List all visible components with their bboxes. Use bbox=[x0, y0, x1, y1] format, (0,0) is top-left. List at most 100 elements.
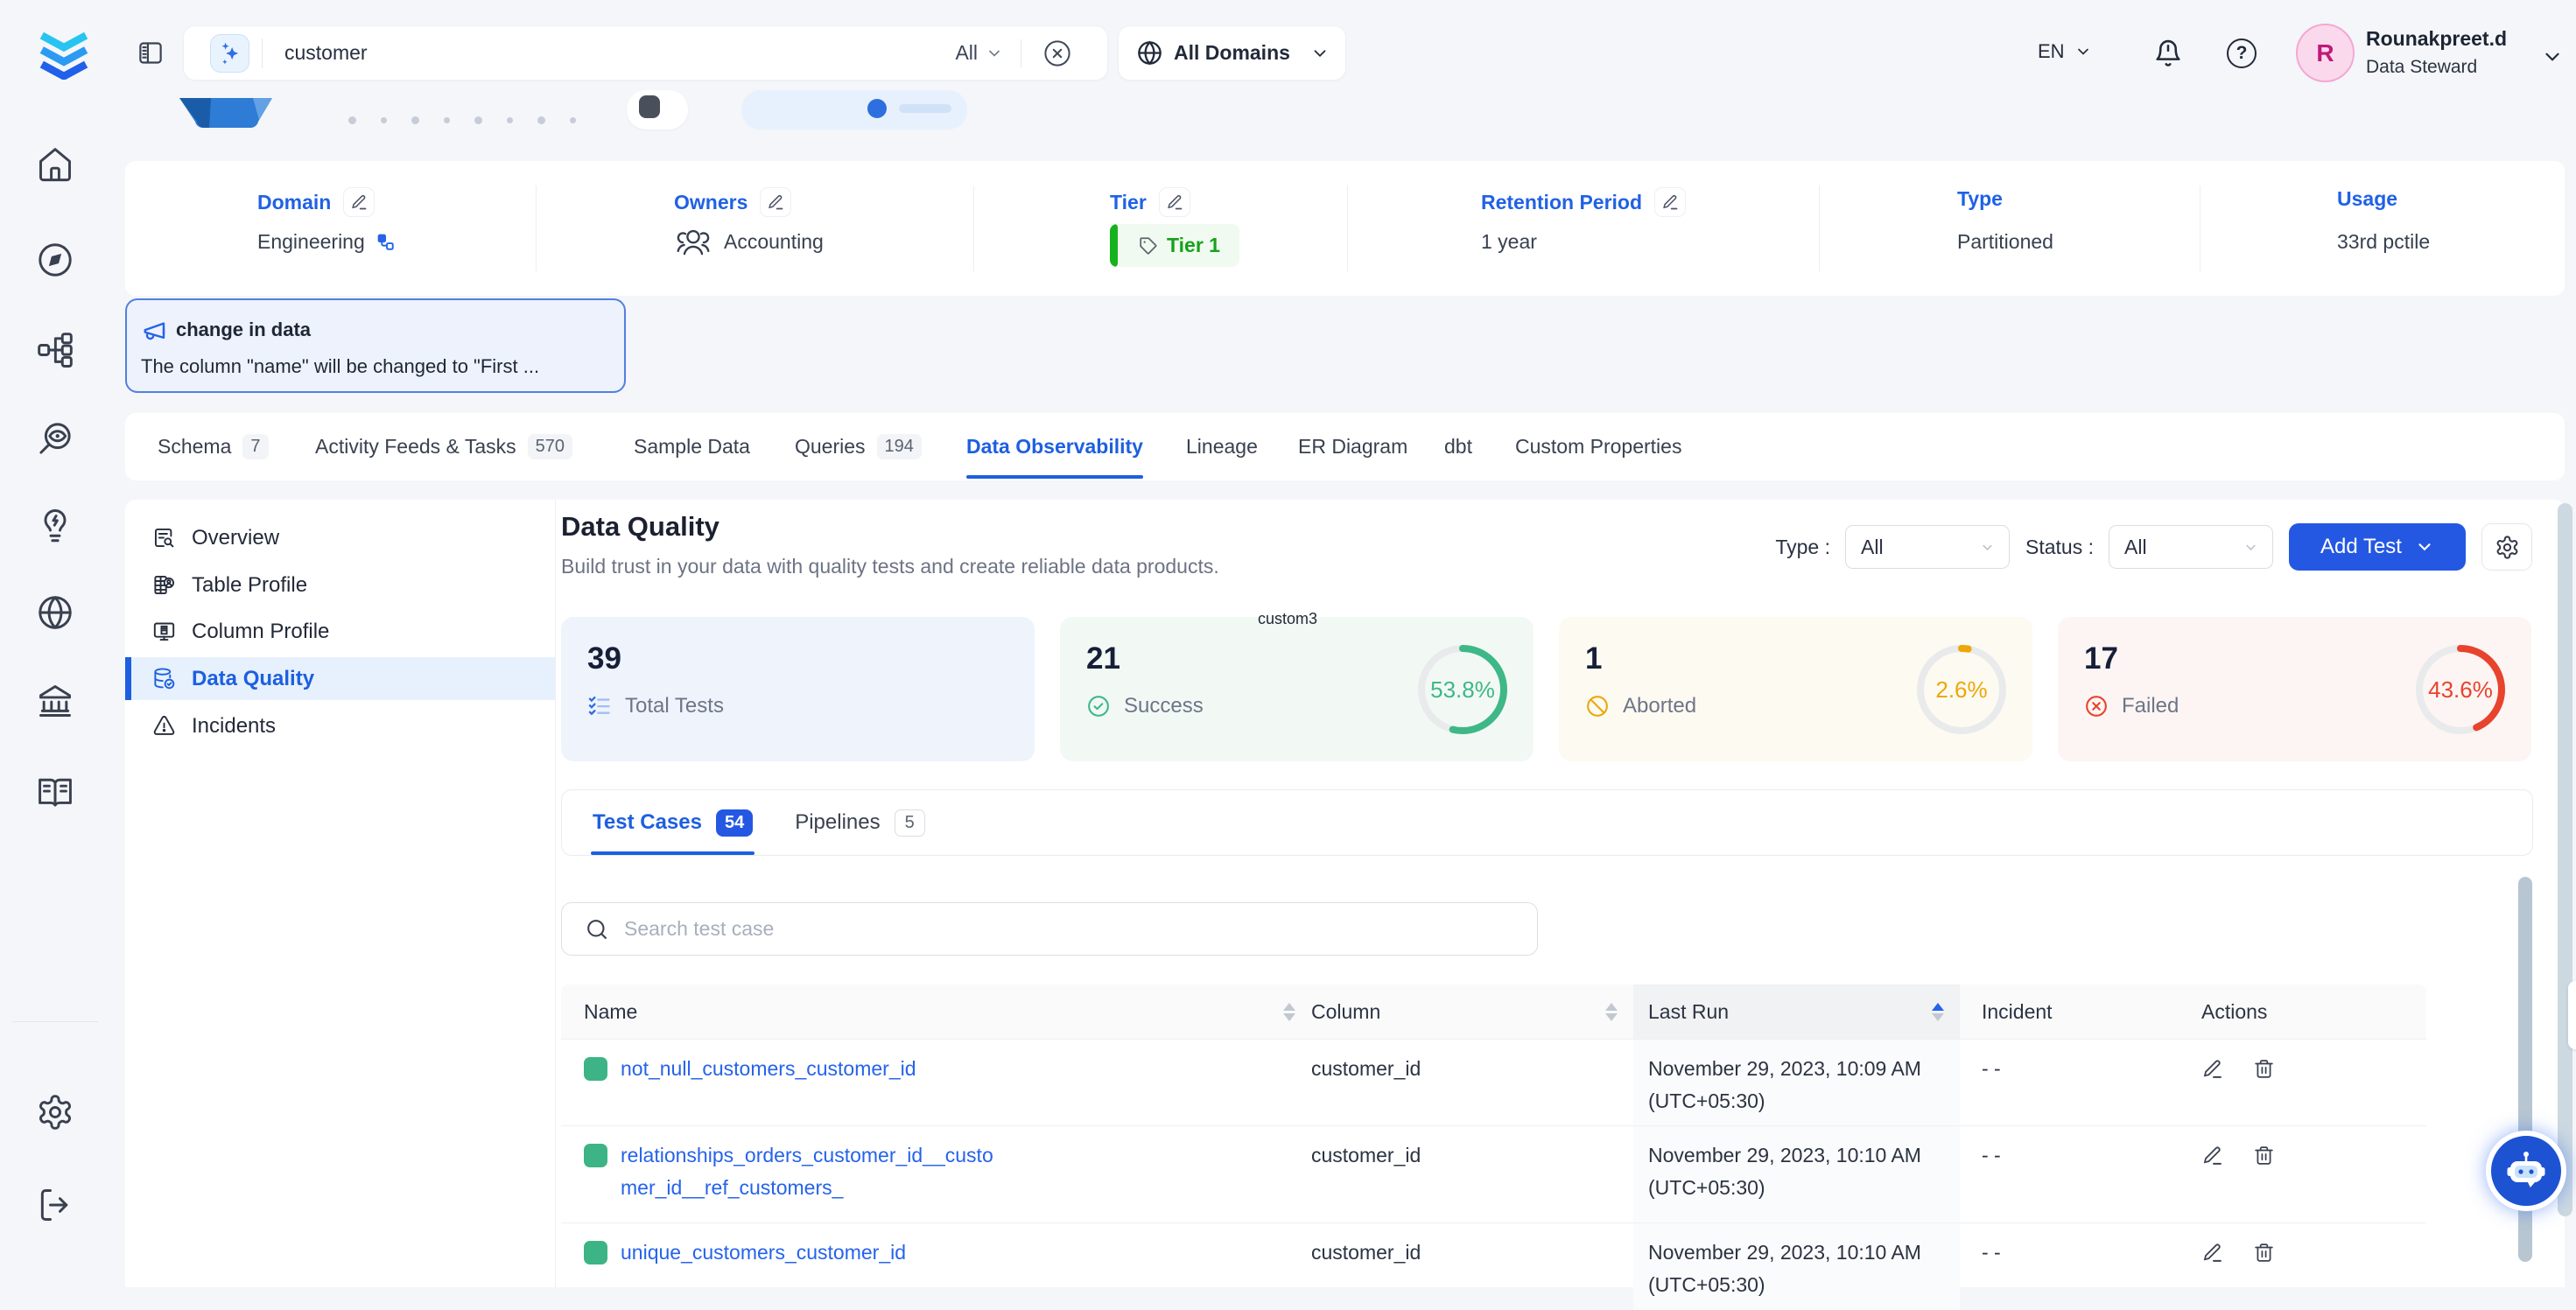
type-filter-select[interactable]: All bbox=[1845, 525, 2010, 569]
sidebar-item-domains[interactable] bbox=[35, 592, 75, 633]
app-logo[interactable] bbox=[37, 24, 91, 80]
help-button[interactable]: ? bbox=[2227, 39, 2257, 68]
table-profile-icon bbox=[152, 573, 176, 597]
sort-icons[interactable] bbox=[1605, 1003, 1618, 1021]
megaphone-icon bbox=[142, 319, 168, 345]
test-case-link[interactable]: relationships_orders_customer_id__custom… bbox=[621, 1139, 993, 1204]
language-selector[interactable]: EN bbox=[2038, 40, 2092, 63]
sort-icons[interactable] bbox=[1283, 1003, 1295, 1021]
sidebar-item-logout[interactable] bbox=[35, 1185, 75, 1225]
notifications-button[interactable] bbox=[2152, 37, 2184, 70]
test-case-link[interactable]: unique_customers_customer_id bbox=[621, 1236, 906, 1269]
menu-divider bbox=[555, 500, 556, 1287]
tab-custom-properties[interactable]: Custom Properties bbox=[1515, 413, 1681, 480]
chat-bot-button[interactable] bbox=[2486, 1131, 2566, 1211]
menu-item-label: Data Quality bbox=[192, 667, 314, 691]
test-case-link[interactable]: not_null_customers_customer_id bbox=[621, 1053, 916, 1085]
column-header-column[interactable]: Column bbox=[1311, 1000, 1633, 1024]
sidebar-divider bbox=[12, 1021, 98, 1022]
meta-label: Domain bbox=[257, 191, 331, 214]
meta-label: Type bbox=[1957, 187, 2003, 211]
owner-chip-fragment bbox=[741, 90, 967, 130]
last-run-line: November 29, 2023, 10:10 AM bbox=[1648, 1236, 1921, 1269]
column-header-name[interactable]: Name bbox=[561, 1000, 1311, 1024]
robot-icon bbox=[2503, 1148, 2549, 1194]
edge-widget-handle[interactable] bbox=[2568, 981, 2576, 1049]
sidebar-item-glossary[interactable] bbox=[35, 772, 75, 812]
edit-owners-button[interactable] bbox=[760, 187, 791, 217]
sidebar-item-platform-lineage[interactable] bbox=[35, 330, 75, 370]
menu-item-label: Incidents bbox=[192, 714, 276, 739]
sidebar-item-insights[interactable] bbox=[35, 507, 75, 547]
card-value: 1 bbox=[1585, 641, 1602, 676]
edit-icon[interactable] bbox=[2201, 1058, 2223, 1080]
summary-card-failed: 17 Failed 43.6% bbox=[2058, 617, 2531, 761]
delete-icon[interactable] bbox=[2253, 1145, 2275, 1166]
column-header-incident[interactable]: Incident bbox=[1960, 1000, 2174, 1024]
domain-filter-button[interactable]: All Domains bbox=[1118, 25, 1346, 81]
search-scope-value: All bbox=[955, 41, 978, 65]
tier-badge[interactable]: Tier 1 bbox=[1110, 224, 1239, 267]
card-label: Total Tests bbox=[625, 694, 724, 718]
delete-icon[interactable] bbox=[2253, 1242, 2275, 1264]
tab-sample-data[interactable]: Sample Data bbox=[634, 413, 750, 480]
delete-icon[interactable] bbox=[2253, 1058, 2275, 1080]
menu-item-table-profile[interactable]: Table Profile bbox=[125, 564, 555, 606]
tab-dbt[interactable]: dbt bbox=[1444, 413, 1472, 480]
divider bbox=[536, 186, 537, 271]
sidebar-item-explore[interactable] bbox=[35, 240, 75, 280]
edit-retention-button[interactable] bbox=[1654, 187, 1686, 217]
tab-test-cases[interactable]: Test Cases 54 bbox=[593, 790, 753, 855]
status-filter-select[interactable]: All bbox=[2109, 525, 2273, 569]
search-clear-button[interactable] bbox=[1042, 39, 1072, 68]
status-indicator bbox=[584, 1057, 607, 1081]
chevron-down-icon bbox=[986, 45, 1003, 62]
edit-domain-button[interactable] bbox=[343, 187, 375, 217]
sort-icons[interactable] bbox=[1932, 1003, 1944, 1021]
logout-icon bbox=[36, 1186, 74, 1224]
tab-activity-feeds[interactable]: Activity Feeds & Tasks570 bbox=[315, 413, 572, 480]
meta-value[interactable]: Engineering bbox=[257, 230, 365, 254]
tab-pipelines[interactable]: Pipelines 5 bbox=[795, 790, 925, 855]
edit-icon[interactable] bbox=[2201, 1242, 2223, 1264]
sidebar-collapse-icon[interactable] bbox=[137, 39, 165, 67]
menu-item-incidents[interactable]: Incidents bbox=[125, 704, 555, 747]
slash-circle-icon bbox=[1585, 694, 1610, 718]
edit-icon[interactable] bbox=[2201, 1145, 2223, 1166]
avatar[interactable]: R bbox=[2296, 24, 2355, 82]
ai-sparkle-chip[interactable] bbox=[210, 34, 249, 73]
home-icon bbox=[36, 145, 74, 184]
sidebar-item-home[interactable] bbox=[35, 144, 75, 185]
bank-icon bbox=[36, 682, 74, 720]
edit-tier-button[interactable] bbox=[1159, 187, 1190, 217]
meta-value[interactable]: Accounting bbox=[724, 230, 824, 254]
add-test-button[interactable]: Add Test bbox=[2289, 523, 2466, 571]
test-settings-button[interactable] bbox=[2481, 523, 2532, 571]
entity-metadata-panel: Domain Engineering Owners Accounting Tie… bbox=[125, 161, 2565, 296]
tab-label: Data Observability bbox=[966, 413, 1143, 480]
menu-item-column-profile[interactable]: Column Profile bbox=[125, 610, 555, 653]
checklist-icon bbox=[587, 694, 612, 718]
meta-label: Retention Period bbox=[1481, 191, 1642, 214]
user-menu-chevron-icon[interactable] bbox=[2541, 46, 2564, 68]
last-run-line: November 29, 2023, 10:09 AM bbox=[1648, 1053, 1921, 1085]
divider bbox=[1347, 186, 1348, 271]
menu-item-overview[interactable]: Overview bbox=[125, 516, 555, 559]
announcement-card[interactable]: change in data The column "name" will be… bbox=[125, 298, 626, 393]
sidebar-item-observability[interactable] bbox=[35, 418, 75, 459]
failed-ring: 43.6% bbox=[2412, 641, 2509, 738]
tab-er-diagram[interactable]: ER Diagram bbox=[1298, 413, 1407, 480]
sidebar-item-govern[interactable] bbox=[35, 681, 75, 721]
test-case-search[interactable]: Search test case bbox=[561, 902, 1538, 956]
tab-lineage[interactable]: Lineage bbox=[1186, 413, 1258, 480]
page-scrollbar-thumb[interactable] bbox=[2558, 503, 2572, 1216]
menu-item-data-quality[interactable]: Data Quality bbox=[125, 657, 555, 700]
tab-queries[interactable]: Queries194 bbox=[795, 413, 922, 480]
search-scope-dropdown[interactable]: All bbox=[955, 41, 1003, 65]
search-input[interactable]: customer bbox=[284, 41, 955, 65]
tab-data-observability[interactable]: Data Observability bbox=[966, 413, 1143, 480]
sidebar-item-settings[interactable] bbox=[35, 1092, 75, 1132]
column-header-last-run[interactable]: Last Run bbox=[1633, 984, 1960, 1039]
global-search-bar[interactable]: customer All bbox=[183, 25, 1108, 81]
tab-schema[interactable]: Schema7 bbox=[158, 413, 269, 480]
